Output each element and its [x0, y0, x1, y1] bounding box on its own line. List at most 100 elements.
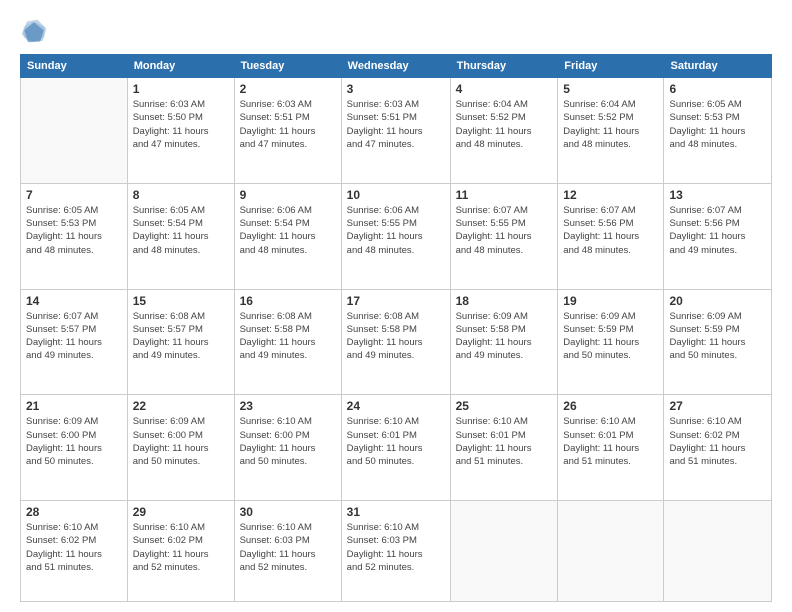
weekday-wednesday: Wednesday: [341, 55, 450, 78]
day-number: 8: [133, 188, 229, 202]
calendar-cell: 22 Sunrise: 6:09 AM Sunset: 6:00 PM Dayli…: [127, 395, 234, 501]
day-info: Sunrise: 6:06 AM Sunset: 5:54 PM Dayligh…: [240, 204, 336, 257]
logo-icon: [20, 18, 48, 46]
day-number: 12: [563, 188, 658, 202]
calendar-cell: 4 Sunrise: 6:04 AM Sunset: 5:52 PM Daylig…: [450, 78, 558, 184]
calendar-cell: [450, 501, 558, 602]
calendar-cell: 2 Sunrise: 6:03 AM Sunset: 5:51 PM Daylig…: [234, 78, 341, 184]
day-info: Sunrise: 6:09 AM Sunset: 5:59 PM Dayligh…: [669, 310, 766, 363]
calendar-cell: 21 Sunrise: 6:09 AM Sunset: 6:00 PM Dayli…: [21, 395, 128, 501]
calendar-cell: 6 Sunrise: 6:05 AM Sunset: 5:53 PM Daylig…: [664, 78, 772, 184]
day-info: Sunrise: 6:06 AM Sunset: 5:55 PM Dayligh…: [347, 204, 445, 257]
day-number: 5: [563, 82, 658, 96]
day-number: 31: [347, 505, 445, 519]
day-number: 18: [456, 294, 553, 308]
calendar-cell: 29 Sunrise: 6:10 AM Sunset: 6:02 PM Dayli…: [127, 501, 234, 602]
weekday-tuesday: Tuesday: [234, 55, 341, 78]
day-info: Sunrise: 6:10 AM Sunset: 6:03 PM Dayligh…: [347, 521, 445, 574]
day-number: 27: [669, 399, 766, 413]
day-number: 28: [26, 505, 122, 519]
day-info: Sunrise: 6:10 AM Sunset: 6:01 PM Dayligh…: [456, 415, 553, 468]
day-number: 4: [456, 82, 553, 96]
day-info: Sunrise: 6:09 AM Sunset: 6:00 PM Dayligh…: [133, 415, 229, 468]
calendar-cell: 8 Sunrise: 6:05 AM Sunset: 5:54 PM Daylig…: [127, 183, 234, 289]
weekday-header-row: SundayMondayTuesdayWednesdayThursdayFrid…: [21, 55, 772, 78]
weekday-thursday: Thursday: [450, 55, 558, 78]
calendar-cell: [558, 501, 664, 602]
calendar-cell: 7Sunrise: 6:05 AM Sunset: 5:53 PM Daylig…: [21, 183, 128, 289]
week-row-3: 21 Sunrise: 6:09 AM Sunset: 6:00 PM Dayli…: [21, 395, 772, 501]
day-info: Sunrise: 6:07 AM Sunset: 5:56 PM Dayligh…: [563, 204, 658, 257]
week-row-1: 7Sunrise: 6:05 AM Sunset: 5:53 PM Daylig…: [21, 183, 772, 289]
calendar-cell: 11Sunrise: 6:07 AM Sunset: 5:55 PM Dayli…: [450, 183, 558, 289]
calendar-cell: 19 Sunrise: 6:09 AM Sunset: 5:59 PM Dayli…: [558, 289, 664, 395]
day-info: Sunrise: 6:07 AM Sunset: 5:56 PM Dayligh…: [669, 204, 766, 257]
calendar-cell: 30 Sunrise: 6:10 AM Sunset: 6:03 PM Dayli…: [234, 501, 341, 602]
calendar-cell: [664, 501, 772, 602]
day-number: 3: [347, 82, 445, 96]
calendar-cell: 5 Sunrise: 6:04 AM Sunset: 5:52 PM Daylig…: [558, 78, 664, 184]
week-row-4: 28 Sunrise: 6:10 AM Sunset: 6:02 PM Dayli…: [21, 501, 772, 602]
weekday-saturday: Saturday: [664, 55, 772, 78]
day-number: 22: [133, 399, 229, 413]
day-info: Sunrise: 6:03 AM Sunset: 5:51 PM Dayligh…: [240, 98, 336, 151]
day-info: Sunrise: 6:10 AM Sunset: 6:01 PM Dayligh…: [563, 415, 658, 468]
day-number: 19: [563, 294, 658, 308]
day-info: Sunrise: 6:04 AM Sunset: 5:52 PM Dayligh…: [563, 98, 658, 151]
calendar-cell: 16 Sunrise: 6:08 AM Sunset: 5:58 PM Dayli…: [234, 289, 341, 395]
day-number: 6: [669, 82, 766, 96]
day-info: Sunrise: 6:10 AM Sunset: 6:03 PM Dayligh…: [240, 521, 336, 574]
calendar-cell: 1 Sunrise: 6:03 AM Sunset: 5:50 PM Daylig…: [127, 78, 234, 184]
day-number: 24: [347, 399, 445, 413]
calendar-cell: 3 Sunrise: 6:03 AM Sunset: 5:51 PM Daylig…: [341, 78, 450, 184]
day-number: 26: [563, 399, 658, 413]
calendar-cell: 20 Sunrise: 6:09 AM Sunset: 5:59 PM Dayli…: [664, 289, 772, 395]
day-info: Sunrise: 6:04 AM Sunset: 5:52 PM Dayligh…: [456, 98, 553, 151]
header: [20, 18, 772, 46]
weekday-monday: Monday: [127, 55, 234, 78]
calendar-cell: 17 Sunrise: 6:08 AM Sunset: 5:58 PM Dayli…: [341, 289, 450, 395]
day-number: 1: [133, 82, 229, 96]
day-info: Sunrise: 6:09 AM Sunset: 5:59 PM Dayligh…: [563, 310, 658, 363]
day-number: 20: [669, 294, 766, 308]
day-number: 9: [240, 188, 336, 202]
weekday-sunday: Sunday: [21, 55, 128, 78]
day-info: Sunrise: 6:08 AM Sunset: 5:57 PM Dayligh…: [133, 310, 229, 363]
calendar-cell: 23Sunrise: 6:10 AM Sunset: 6:00 PM Dayli…: [234, 395, 341, 501]
day-info: Sunrise: 6:08 AM Sunset: 5:58 PM Dayligh…: [240, 310, 336, 363]
day-info: Sunrise: 6:05 AM Sunset: 5:54 PM Dayligh…: [133, 204, 229, 257]
day-number: 10: [347, 188, 445, 202]
week-row-2: 14Sunrise: 6:07 AM Sunset: 5:57 PM Dayli…: [21, 289, 772, 395]
day-info: Sunrise: 6:09 AM Sunset: 5:58 PM Dayligh…: [456, 310, 553, 363]
day-number: 11: [456, 188, 553, 202]
day-info: Sunrise: 6:03 AM Sunset: 5:51 PM Dayligh…: [347, 98, 445, 151]
calendar-cell: 15 Sunrise: 6:08 AM Sunset: 5:57 PM Dayli…: [127, 289, 234, 395]
day-info: Sunrise: 6:05 AM Sunset: 5:53 PM Dayligh…: [669, 98, 766, 151]
calendar-cell: 18 Sunrise: 6:09 AM Sunset: 5:58 PM Dayli…: [450, 289, 558, 395]
day-number: 17: [347, 294, 445, 308]
day-info: Sunrise: 6:07 AM Sunset: 5:57 PM Dayligh…: [26, 310, 122, 363]
weekday-friday: Friday: [558, 55, 664, 78]
calendar-table: SundayMondayTuesdayWednesdayThursdayFrid…: [20, 54, 772, 602]
day-number: 29: [133, 505, 229, 519]
day-info: Sunrise: 6:03 AM Sunset: 5:50 PM Dayligh…: [133, 98, 229, 151]
calendar-cell: 12 Sunrise: 6:07 AM Sunset: 5:56 PM Dayli…: [558, 183, 664, 289]
calendar-cell: 31 Sunrise: 6:10 AM Sunset: 6:03 PM Dayli…: [341, 501, 450, 602]
day-number: 23: [240, 399, 336, 413]
day-info: Sunrise: 6:10 AM Sunset: 6:02 PM Dayligh…: [133, 521, 229, 574]
day-number: 2: [240, 82, 336, 96]
day-info: Sunrise: 6:10 AM Sunset: 6:02 PM Dayligh…: [26, 521, 122, 574]
calendar-cell: 26 Sunrise: 6:10 AM Sunset: 6:01 PM Dayli…: [558, 395, 664, 501]
day-number: 13: [669, 188, 766, 202]
calendar-cell: [21, 78, 128, 184]
day-info: Sunrise: 6:09 AM Sunset: 6:00 PM Dayligh…: [26, 415, 122, 468]
day-info: Sunrise: 6:08 AM Sunset: 5:58 PM Dayligh…: [347, 310, 445, 363]
day-number: 30: [240, 505, 336, 519]
day-number: 21: [26, 399, 122, 413]
calendar-cell: 24Sunrise: 6:10 AM Sunset: 6:01 PM Dayli…: [341, 395, 450, 501]
calendar-cell: 27Sunrise: 6:10 AM Sunset: 6:02 PM Dayli…: [664, 395, 772, 501]
day-number: 15: [133, 294, 229, 308]
week-row-0: 1 Sunrise: 6:03 AM Sunset: 5:50 PM Daylig…: [21, 78, 772, 184]
calendar-cell: 10 Sunrise: 6:06 AM Sunset: 5:55 PM Dayli…: [341, 183, 450, 289]
day-number: 16: [240, 294, 336, 308]
